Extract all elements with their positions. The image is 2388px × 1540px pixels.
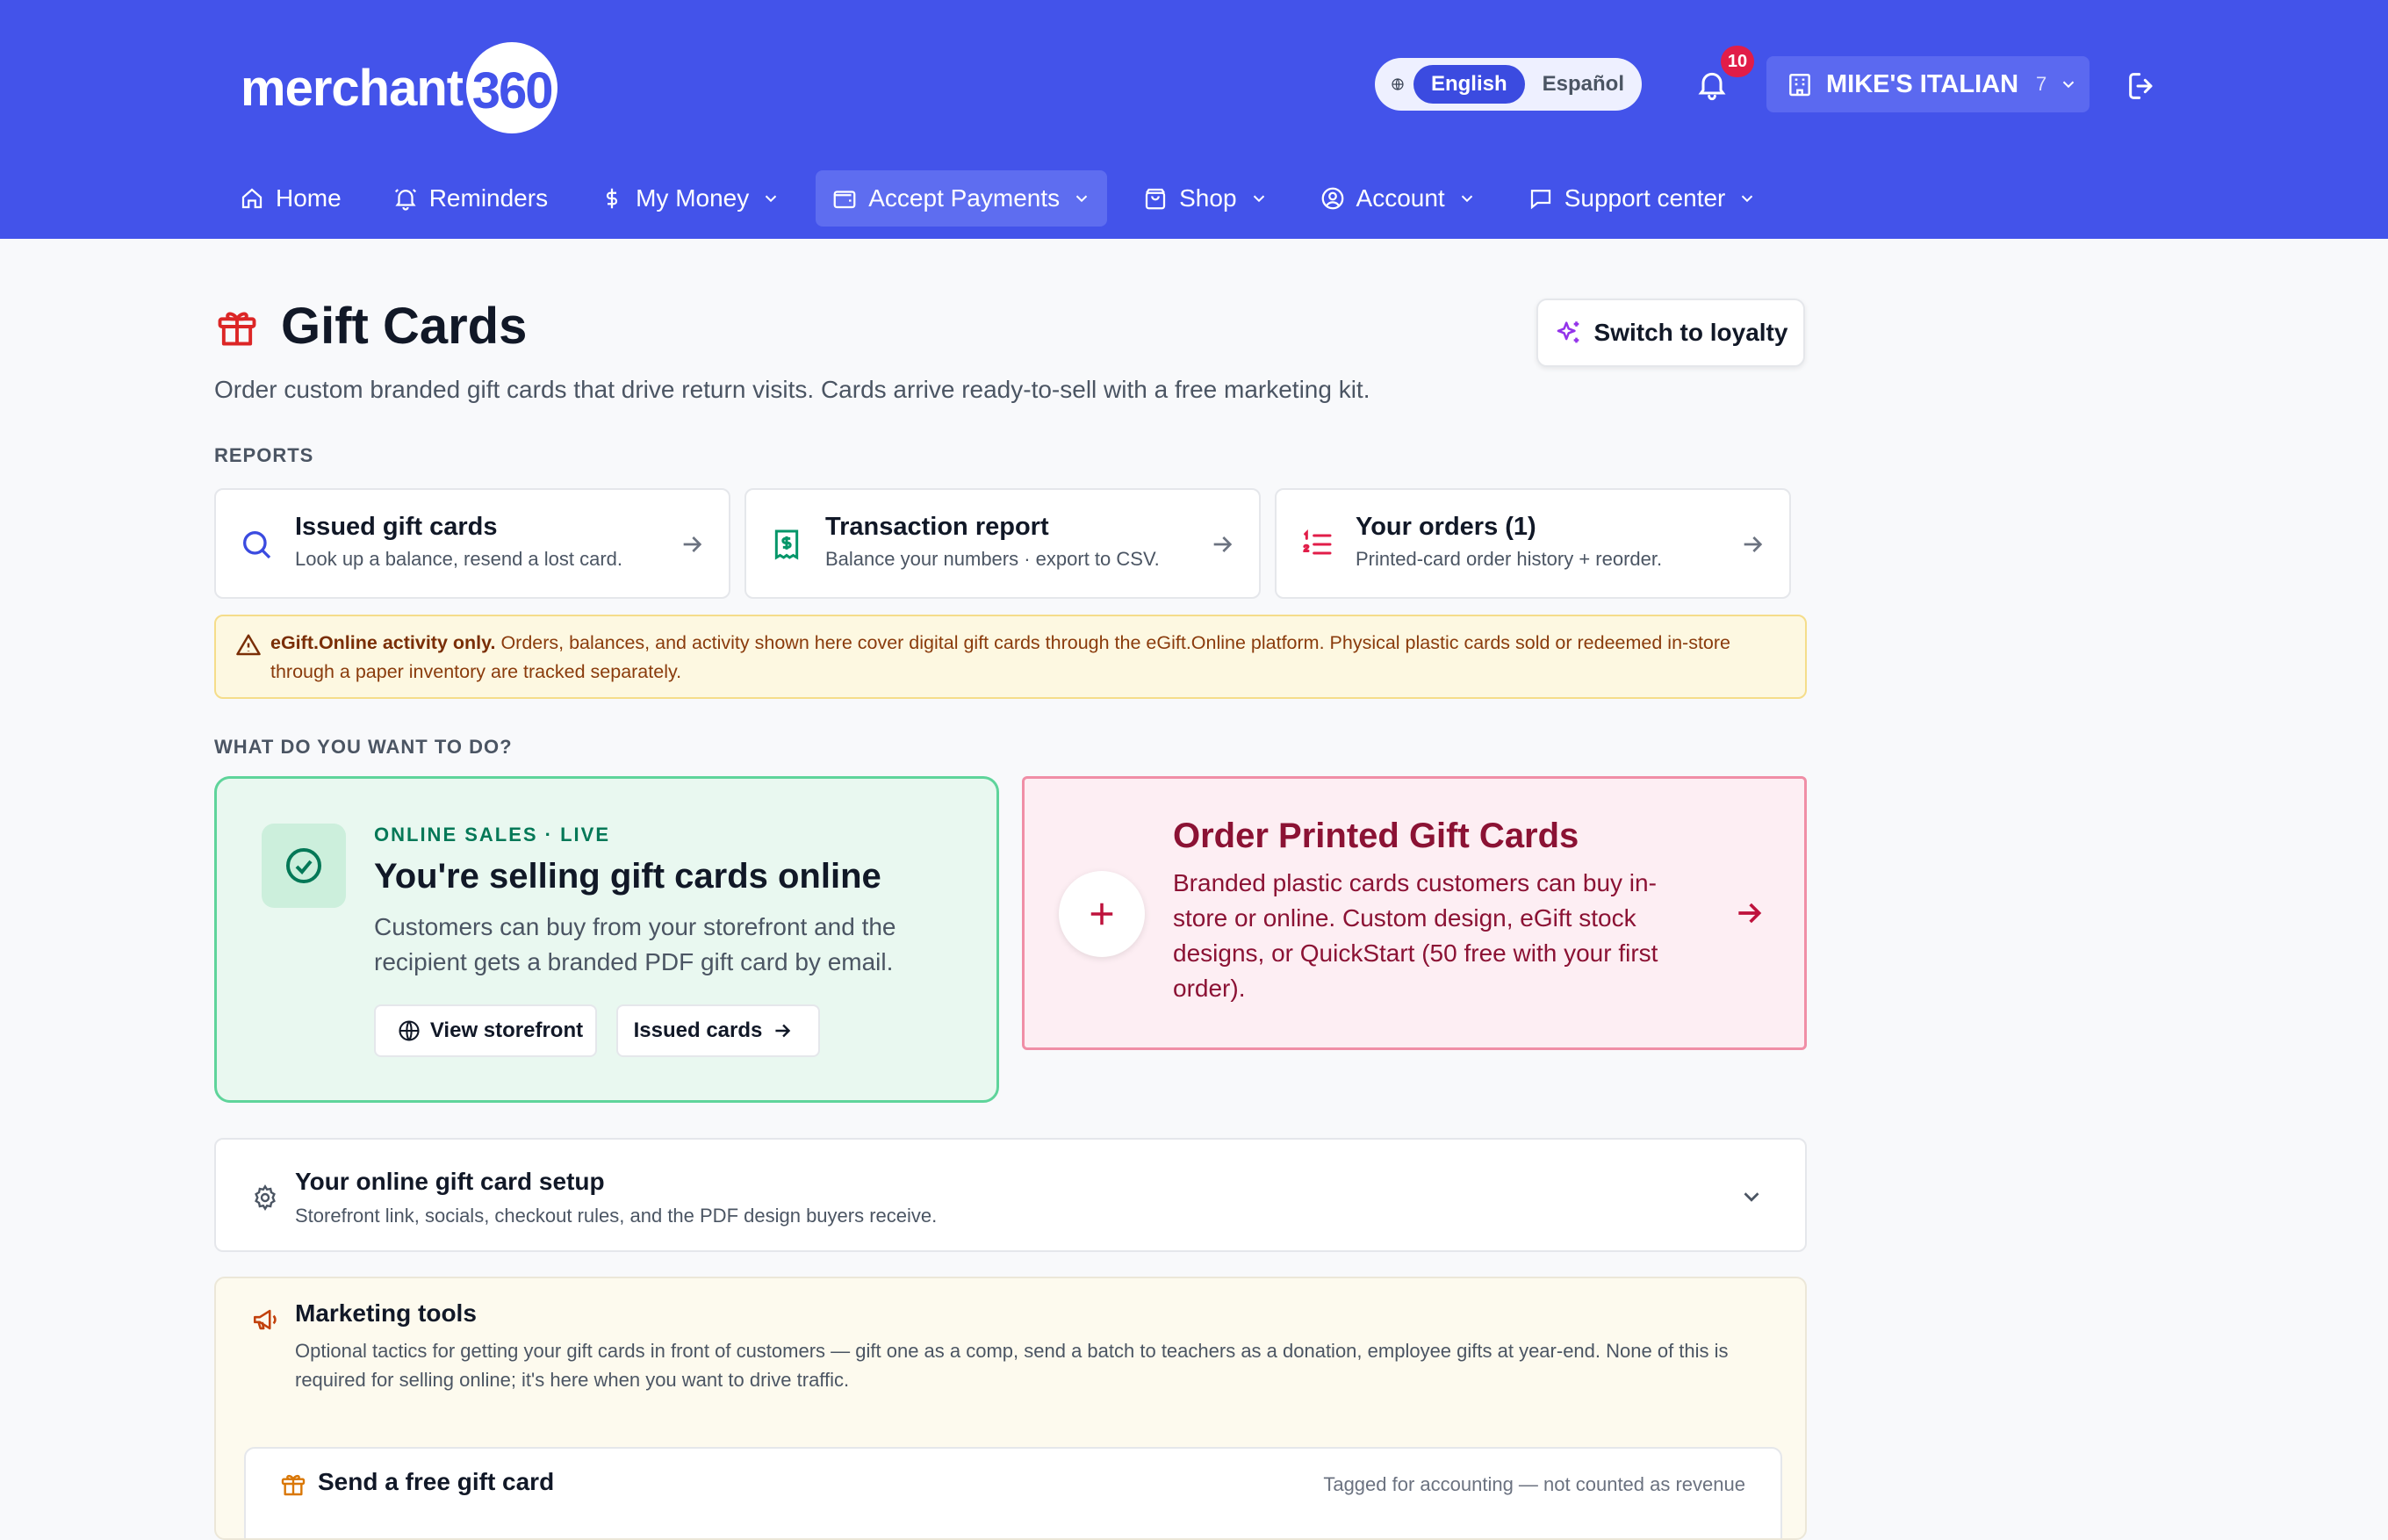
- merchant-selector[interactable]: MIKE'S ITALIAN 7: [1766, 56, 2090, 112]
- arrow-right-icon: [683, 536, 702, 552]
- egift-info-alert: eGift.Online activity only. Orders, bala…: [214, 615, 1807, 699]
- send-free-gift-card-row[interactable]: Send a free gift card Tagged for account…: [244, 1447, 1782, 1538]
- merchant360-logo[interactable]: merchant 360: [241, 39, 561, 137]
- language-switcher: English Español: [1375, 58, 1642, 111]
- sparkles-icon: [1557, 321, 1579, 343]
- alert-bold-text: eGift.Online activity only.: [270, 632, 496, 653]
- online-sales-title: You're selling gift cards online: [374, 857, 881, 896]
- report-card-issued-gift-cards[interactable]: Issued gift cards Look up a balance, res…: [214, 488, 730, 599]
- report-subtitle: Balance your numbers · export to CSV.: [825, 548, 1160, 570]
- page-subtitle: Order custom branded gift cards that dri…: [214, 376, 1370, 403]
- report-card-your-orders[interactable]: Your orders (1) Printed-card order histo…: [1275, 488, 1791, 599]
- view-storefront-button[interactable]: View storefront: [374, 1004, 597, 1057]
- nav-account[interactable]: Account: [1304, 170, 1492, 227]
- search-icon: [243, 531, 271, 559]
- nav-label: Account: [1356, 184, 1445, 212]
- arrow-right-icon[interactable]: [1731, 896, 1766, 931]
- wallet-icon: [833, 191, 856, 209]
- reports-section-label: REPORTS: [214, 444, 314, 466]
- switch-to-loyalty-button[interactable]: Switch to loyalty: [1536, 299, 1805, 367]
- chat-icon: [1530, 190, 1550, 210]
- nav-label: Home: [276, 184, 342, 212]
- nav-label: Reminders: [428, 184, 549, 212]
- online-sales-description: Customers can buy from your storefront a…: [374, 913, 896, 975]
- chevron-down-icon: [1744, 1192, 1759, 1202]
- report-title: Your orders (1): [1356, 513, 1536, 541]
- alarm-bell-icon: [394, 189, 416, 211]
- chevron-down-icon: [1253, 195, 1264, 203]
- logout-icon[interactable]: [2125, 68, 2160, 104]
- marketing-title: Marketing tools: [295, 1299, 477, 1327]
- home-icon: [241, 188, 263, 209]
- globe-icon: [399, 1020, 420, 1041]
- nav-shop[interactable]: Shop: [1126, 170, 1284, 227]
- main-nav: Home Reminders My Money Accept Payments …: [223, 170, 1792, 227]
- free-card-title: Send a free gift card: [318, 1468, 555, 1495]
- nav-label: Shop: [1179, 184, 1237, 212]
- chevron-down-icon: [1742, 195, 1753, 203]
- setup-title: Your online gift card setup: [295, 1168, 605, 1195]
- view-storefront-label: View storefront: [429, 1018, 584, 1042]
- logo-360-badge: 360: [459, 42, 561, 133]
- nav-label: My Money: [636, 184, 750, 212]
- merchant-name: MIKE'S ITALIAN: [1826, 69, 2019, 98]
- logo-number: 360: [471, 62, 554, 119]
- building-icon: [1789, 74, 1810, 97]
- globe-icon: [1392, 78, 1404, 90]
- issued-cards-button[interactable]: Issued cards: [616, 1004, 820, 1057]
- online-sales-eyebrow: ONLINE SALES · LIVE: [374, 824, 611, 846]
- gift-icon: [218, 312, 256, 346]
- check-circle-icon: [286, 848, 321, 883]
- nav-label: Accept Payments: [868, 184, 1061, 212]
- printed-cards-title: Order Printed Gift Cards: [1173, 817, 1579, 855]
- actions-section-label: WHAT DO YOU WANT TO DO?: [214, 736, 513, 758]
- chevron-down-icon: [766, 195, 777, 203]
- printed-cards-description: Branded plastic cards customers can buy …: [1173, 869, 1658, 1002]
- page-title: Gift Cards: [281, 298, 528, 355]
- plus-icon: [1090, 903, 1113, 925]
- plus-button[interactable]: [1059, 871, 1145, 957]
- marketing-tools-section: Marketing tools Optional tactics for get…: [214, 1277, 1807, 1540]
- issued-cards-label: Issued cards: [633, 1018, 763, 1042]
- report-title: Issued gift cards: [295, 513, 498, 541]
- chevron-down-icon: [1461, 195, 1472, 203]
- shopping-bag-icon: [1146, 188, 1166, 210]
- warning-triangle-icon: [236, 634, 261, 656]
- megaphone-icon: [253, 1309, 277, 1330]
- free-card-note: Tagged for accounting — not counted as r…: [1323, 1473, 1745, 1495]
- report-subtitle: Look up a balance, resend a lost card.: [295, 548, 623, 570]
- arrow-right-icon: [775, 1024, 791, 1038]
- language-english-button[interactable]: English: [1413, 65, 1525, 104]
- nav-label: Support center: [1564, 184, 1726, 212]
- merchant-count: 7: [2036, 73, 2047, 95]
- online-gift-card-setup-accordion[interactable]: Your online gift card setup Storefront l…: [214, 1138, 1807, 1252]
- setup-subtitle: Storefront link, socials, checkout rules…: [295, 1205, 938, 1227]
- nav-support-center[interactable]: Support center: [1512, 170, 1773, 227]
- user-circle-icon: [1321, 187, 1343, 210]
- switch-to-loyalty-label: Switch to loyalty: [1593, 319, 1788, 346]
- marketing-subtitle: Optional tactics for getting your gift c…: [295, 1340, 1729, 1391]
- report-title: Transaction report: [825, 513, 1049, 541]
- nav-home[interactable]: Home: [223, 170, 357, 227]
- gift-icon: [281, 1474, 306, 1496]
- notification-badge: 10: [1721, 46, 1754, 77]
- chevron-down-icon: [2063, 81, 2075, 89]
- ordered-list-icon: [1303, 529, 1332, 555]
- report-card-transaction-report[interactable]: Transaction report Balance your numbers …: [744, 488, 1261, 599]
- language-espanol-button[interactable]: Español: [1525, 72, 1642, 97]
- arrow-right-icon: [1744, 536, 1763, 552]
- nav-my-money[interactable]: My Money: [583, 170, 796, 227]
- logo-text: merchant: [241, 59, 464, 117]
- arrow-right-icon: [1213, 536, 1233, 552]
- dollar-icon: [607, 188, 618, 209]
- gear-icon: [255, 1184, 276, 1211]
- chevron-down-icon: [1075, 195, 1088, 203]
- nav-reminders[interactable]: Reminders: [377, 170, 564, 227]
- nav-accept-payments[interactable]: Accept Payments: [816, 170, 1108, 227]
- check-badge: [262, 824, 346, 908]
- receipt-icon: [774, 529, 799, 560]
- report-subtitle: Printed-card order history + reorder.: [1356, 548, 1663, 570]
